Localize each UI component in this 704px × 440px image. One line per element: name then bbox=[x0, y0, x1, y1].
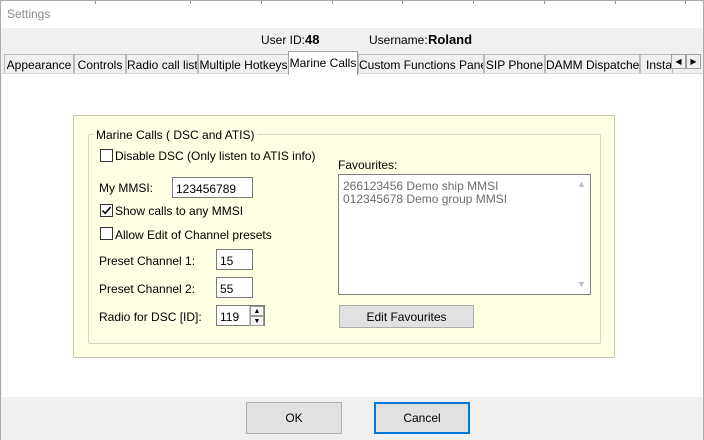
tab-label: SIP Phone bbox=[485, 58, 544, 72]
scroll-up-icon[interactable]: ▲ bbox=[577, 179, 586, 189]
list-item[interactable]: 266123456 Demo ship MMSI bbox=[343, 179, 498, 193]
tab-label: Controls bbox=[77, 58, 123, 72]
spin-up-icon[interactable]: ▲ bbox=[250, 306, 264, 316]
username-value: Roland bbox=[428, 32, 473, 47]
title-tick bbox=[95, 1, 96, 4]
group-title: Marine Calls ( DSC and ATIS) bbox=[94, 128, 257, 142]
ok-button[interactable]: OK bbox=[246, 402, 342, 434]
title-tick bbox=[190, 1, 191, 4]
spin-down-icon[interactable]: ▼ bbox=[250, 316, 264, 326]
tab-label: Appearance bbox=[6, 58, 72, 72]
tab-insta[interactable]: Insta bbox=[640, 54, 673, 74]
title-tick bbox=[473, 1, 474, 4]
title-tick bbox=[332, 1, 333, 4]
disable-dsc-label: Disable DSC (Only listen to ATIS info) bbox=[115, 149, 316, 163]
checkmark-icon bbox=[101, 206, 112, 215]
scroll-down-icon[interactable]: ▼ bbox=[577, 279, 586, 289]
tab-label: Insta bbox=[646, 58, 673, 72]
title-tick bbox=[685, 1, 686, 4]
radio-dsc-spinner: ▲ ▼ bbox=[249, 306, 264, 326]
show-calls-checkbox[interactable] bbox=[100, 204, 113, 217]
title-tick bbox=[544, 1, 545, 4]
favourites-label: Favourites: bbox=[338, 158, 398, 172]
preset-channel-2-input[interactable] bbox=[216, 277, 253, 298]
user-id-label: User ID: bbox=[261, 33, 306, 47]
tab-marine-calls[interactable]: Marine Calls bbox=[288, 51, 358, 75]
favourites-scrollbar[interactable]: ▲ ▼ bbox=[573, 175, 590, 294]
dialog-button-bar: OK Cancel bbox=[1, 397, 703, 440]
tab-label: DAMM Dispatcher bbox=[546, 58, 640, 72]
tab-multiple-hotkeys[interactable]: Multiple Hotkeys bbox=[198, 54, 289, 74]
show-calls-label: Show calls to any MMSI bbox=[115, 204, 244, 218]
preset-channel-1-input[interactable] bbox=[216, 249, 253, 270]
username-label: Username: bbox=[369, 33, 428, 47]
favourites-list[interactable]: 266123456 Demo ship MMSI 012345678 Demo … bbox=[338, 174, 591, 295]
tab-custom-functions-panel[interactable]: Custom Functions Panel bbox=[358, 54, 484, 74]
preset-channel-2-label: Preset Channel 2: bbox=[99, 282, 196, 296]
user-info-bar: User ID: 48 Username: Roland bbox=[1, 28, 703, 50]
radio-dsc-label: Radio for DSC [ID]: bbox=[99, 310, 202, 324]
my-mmsi-label: My MMSI: bbox=[99, 181, 153, 195]
window-title: Settings bbox=[7, 7, 51, 21]
tab-controls[interactable]: Controls bbox=[74, 54, 126, 74]
disable-dsc-checkbox[interactable] bbox=[100, 149, 113, 162]
edit-favourites-button[interactable]: Edit Favourites bbox=[339, 305, 474, 328]
tab-label: Multiple Hotkeys bbox=[199, 58, 288, 72]
cancel-button[interactable]: Cancel bbox=[374, 402, 470, 434]
tab-scroll-left-icon[interactable]: ◀ bbox=[671, 54, 686, 69]
tab-scroll-right-icon[interactable]: ▶ bbox=[686, 54, 701, 69]
list-item[interactable]: 012345678 Demo group MMSI bbox=[343, 192, 507, 206]
title-tick bbox=[615, 1, 616, 4]
title-tick bbox=[402, 1, 403, 4]
tab-label: Custom Functions Panel bbox=[359, 58, 484, 72]
tab-radio-call-list[interactable]: Radio call list bbox=[126, 54, 198, 74]
tab-label: Radio call list bbox=[127, 58, 198, 72]
tab-strip: Appearance Controls Radio call list Mult… bbox=[1, 51, 703, 75]
preset-channel-1-label: Preset Channel 1: bbox=[99, 254, 196, 268]
my-mmsi-input[interactable] bbox=[172, 177, 253, 198]
tab-sip-phone[interactable]: SIP Phone bbox=[484, 54, 545, 74]
tab-label: Marine Calls bbox=[289, 56, 357, 70]
title-tick bbox=[261, 1, 262, 4]
tab-appearance[interactable]: Appearance bbox=[4, 54, 74, 74]
allow-edit-label: Allow Edit of Channel presets bbox=[115, 228, 272, 242]
tab-damm-dispatcher[interactable]: DAMM Dispatcher bbox=[545, 54, 640, 74]
allow-edit-checkbox[interactable] bbox=[100, 227, 113, 240]
settings-window: Settings User ID: 48 Username: Roland Ap… bbox=[0, 0, 704, 440]
user-id-value: 48 bbox=[305, 32, 320, 47]
title-bar: Settings bbox=[1, 1, 703, 28]
